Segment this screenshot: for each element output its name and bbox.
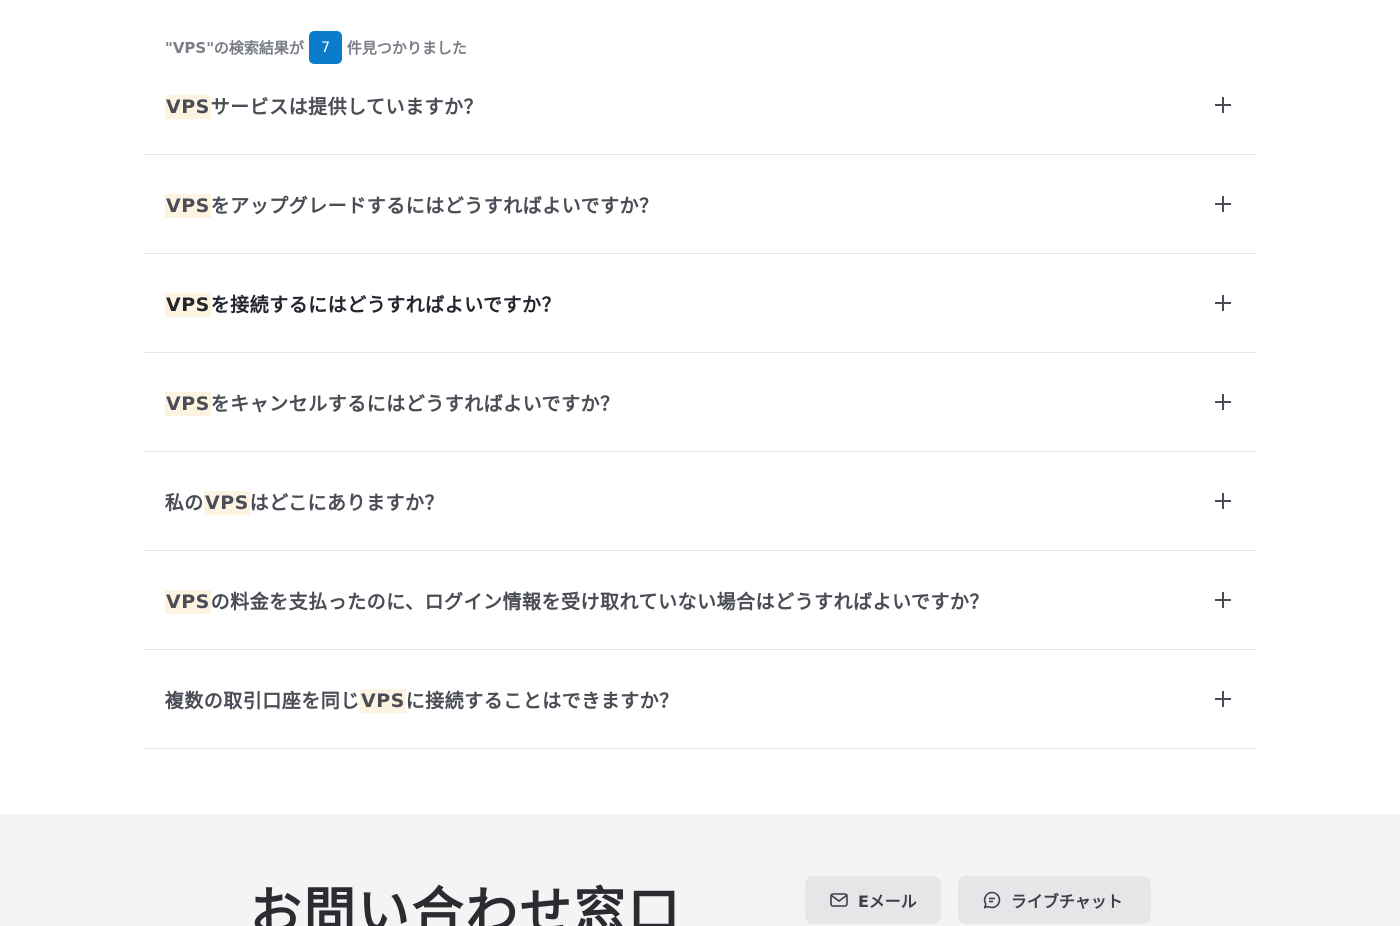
results-suffix: 件見つかりました	[347, 39, 468, 57]
plus-icon[interactable]	[1214, 294, 1232, 312]
results-prefix: "VPS"の検索結果が	[165, 39, 305, 57]
live-chat-button[interactable]: ライブチャット	[958, 876, 1151, 924]
search-highlight: VPS	[165, 94, 211, 119]
faq-item[interactable]: VPSをキャンセルするにはどうすればよいですか？	[144, 353, 1256, 452]
faq-item[interactable]: 私のVPSはどこにありますか？	[144, 452, 1256, 551]
faq-question: VPSを接続するにはどうすればよいですか？	[165, 292, 562, 317]
search-highlight: VPS	[360, 688, 406, 713]
live-chat-button-label: ライブチャット	[1011, 892, 1123, 911]
faq-item[interactable]: 複数の取引口座を同じVPSに接続することはできますか？	[144, 650, 1256, 749]
search-highlight: VPS	[165, 193, 211, 218]
faq-question: 複数の取引口座を同じVPSに接続することはできますか？	[165, 688, 679, 713]
faq-question: VPSの料金を支払ったのに、ログイン情報を受け取れていない場合はどうすればよいで…	[165, 589, 990, 614]
email-button[interactable]: Eメール	[805, 876, 941, 924]
plus-icon[interactable]	[1214, 690, 1232, 708]
chat-bubble-icon	[983, 891, 1001, 909]
search-highlight: VPS	[165, 391, 211, 416]
plus-icon[interactable]	[1214, 195, 1232, 213]
faq-item[interactable]: VPSをアップグレードするにはどうすればよいですか？	[144, 155, 1256, 254]
contact-title: お問い合わせ窓口	[250, 883, 683, 926]
plus-icon[interactable]	[1214, 492, 1232, 510]
search-highlight: VPS	[165, 292, 211, 317]
faq-question: VPSをキャンセルするにはどうすればよいですか？	[165, 391, 620, 416]
faq-list: VPSサービスは提供していますか？ VPSをアップグレードするにはどうすればよい…	[144, 56, 1256, 749]
faq-question: 私のVPSはどこにありますか？	[165, 490, 445, 515]
faq-question: VPSサービスは提供していますか？	[165, 94, 484, 119]
faq-question: VPSをアップグレードするにはどうすればよいですか？	[165, 193, 659, 218]
plus-icon[interactable]	[1214, 96, 1232, 114]
search-highlight: VPS	[204, 490, 250, 515]
plus-icon[interactable]	[1214, 393, 1232, 411]
faq-item[interactable]: VPSの料金を支払ったのに、ログイン情報を受け取れていない場合はどうすればよいで…	[144, 551, 1256, 650]
faq-item[interactable]: VPSサービスは提供していますか？	[144, 56, 1256, 155]
email-button-label: Eメール	[858, 892, 917, 911]
contact-section: お問い合わせ窓口 Eメール ライブチャット	[0, 814, 1400, 926]
search-highlight: VPS	[165, 589, 211, 614]
faq-item[interactable]: VPSを接続するにはどうすればよいですか？	[144, 254, 1256, 353]
mail-icon	[830, 893, 848, 907]
plus-icon[interactable]	[1214, 591, 1232, 609]
